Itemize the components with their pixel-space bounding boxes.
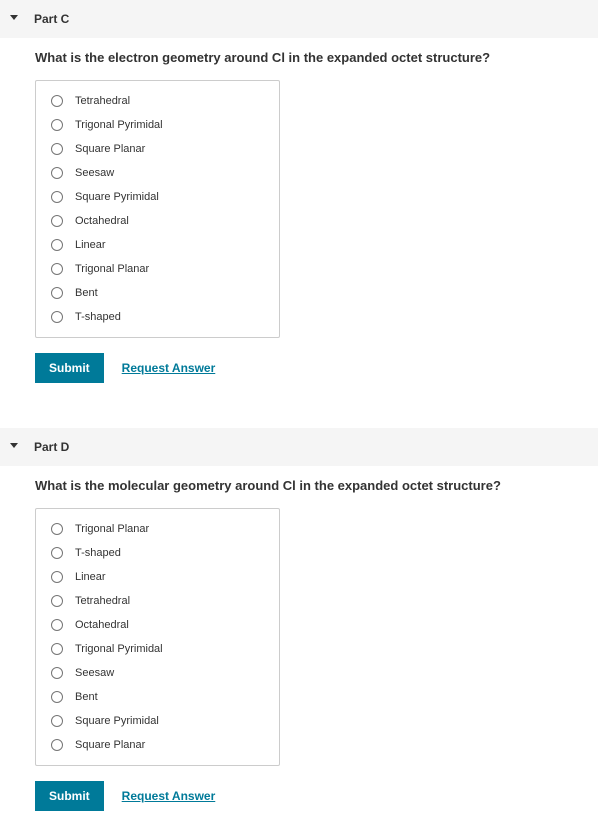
radio-option[interactable] [51, 595, 63, 607]
option-row: Trigonal Pyrimidal [36, 113, 279, 137]
option-row: Trigonal Pyrimidal [36, 637, 279, 661]
submit-button[interactable]: Submit [35, 781, 104, 811]
radio-option[interactable] [51, 119, 63, 131]
request-answer-link[interactable]: Request Answer [122, 789, 216, 803]
option-label[interactable]: Bent [75, 287, 98, 299]
option-row: Octahedral [36, 613, 279, 637]
option-row: Square Pyrimidal [36, 185, 279, 209]
chevron-down-icon [10, 443, 18, 448]
part-header-c[interactable]: Part C [0, 0, 598, 38]
option-label[interactable]: Tetrahedral [75, 595, 130, 607]
radio-option[interactable] [51, 667, 63, 679]
radio-option[interactable] [51, 523, 63, 535]
option-row: Square Pyrimidal [36, 709, 279, 733]
question-text: What is the electron geometry around Cl … [35, 50, 563, 65]
option-label[interactable]: Trigonal Planar [75, 263, 149, 275]
options-box: Trigonal Planar T-shaped Linear Tetrahed… [35, 508, 280, 766]
option-label[interactable]: Square Planar [75, 739, 145, 751]
option-row: Bent [36, 281, 279, 305]
option-row: Square Planar [36, 137, 279, 161]
option-label[interactable]: Linear [75, 571, 106, 583]
option-row: Bent [36, 685, 279, 709]
option-label[interactable]: Square Pyrimidal [75, 715, 159, 727]
option-row: Tetrahedral [36, 89, 279, 113]
question-text: What is the molecular geometry around Cl… [35, 478, 563, 493]
option-label[interactable]: Tetrahedral [75, 95, 130, 107]
request-answer-link[interactable]: Request Answer [122, 361, 216, 375]
option-row: Trigonal Planar [36, 257, 279, 281]
options-box: Tetrahedral Trigonal Pyrimidal Square Pl… [35, 80, 280, 338]
action-row: Submit Request Answer [35, 353, 563, 383]
radio-option[interactable] [51, 167, 63, 179]
radio-option[interactable] [51, 691, 63, 703]
option-row: Octahedral [36, 209, 279, 233]
radio-option[interactable] [51, 571, 63, 583]
option-row: Seesaw [36, 661, 279, 685]
option-label[interactable]: Square Planar [75, 143, 145, 155]
option-row: Linear [36, 565, 279, 589]
option-label[interactable]: Square Pyrimidal [75, 191, 159, 203]
option-label[interactable]: Linear [75, 239, 106, 251]
part-header-d[interactable]: Part D [0, 428, 598, 466]
option-row: Trigonal Planar [36, 517, 279, 541]
radio-option[interactable] [51, 619, 63, 631]
radio-option[interactable] [51, 95, 63, 107]
radio-option[interactable] [51, 263, 63, 275]
part-label: Part D [24, 440, 69, 454]
option-label[interactable]: Trigonal Planar [75, 523, 149, 535]
submit-button[interactable]: Submit [35, 353, 104, 383]
radio-option[interactable] [51, 239, 63, 251]
option-label[interactable]: Trigonal Pyrimidal [75, 643, 163, 655]
option-label[interactable]: T-shaped [75, 311, 121, 323]
radio-option[interactable] [51, 215, 63, 227]
option-row: Linear [36, 233, 279, 257]
question-block-d: What is the molecular geometry around Cl… [0, 478, 598, 831]
option-row: T-shaped [36, 305, 279, 329]
chevron-down-icon [10, 15, 18, 20]
option-label[interactable]: Seesaw [75, 667, 114, 679]
option-row: Seesaw [36, 161, 279, 185]
spacer [0, 403, 598, 428]
radio-option[interactable] [51, 311, 63, 323]
radio-option[interactable] [51, 287, 63, 299]
option-row: T-shaped [36, 541, 279, 565]
question-block-c: What is the electron geometry around Cl … [0, 50, 598, 403]
option-label[interactable]: T-shaped [75, 547, 121, 559]
action-row: Submit Request Answer [35, 781, 563, 811]
option-label[interactable]: Trigonal Pyrimidal [75, 119, 163, 131]
radio-option[interactable] [51, 547, 63, 559]
option-label[interactable]: Bent [75, 691, 98, 703]
radio-option[interactable] [51, 143, 63, 155]
radio-option[interactable] [51, 191, 63, 203]
option-row: Tetrahedral [36, 589, 279, 613]
radio-option[interactable] [51, 739, 63, 751]
radio-option[interactable] [51, 643, 63, 655]
option-label[interactable]: Seesaw [75, 167, 114, 179]
radio-option[interactable] [51, 715, 63, 727]
option-label[interactable]: Octahedral [75, 619, 129, 631]
option-label[interactable]: Octahedral [75, 215, 129, 227]
option-row: Square Planar [36, 733, 279, 757]
part-label: Part C [24, 12, 69, 26]
